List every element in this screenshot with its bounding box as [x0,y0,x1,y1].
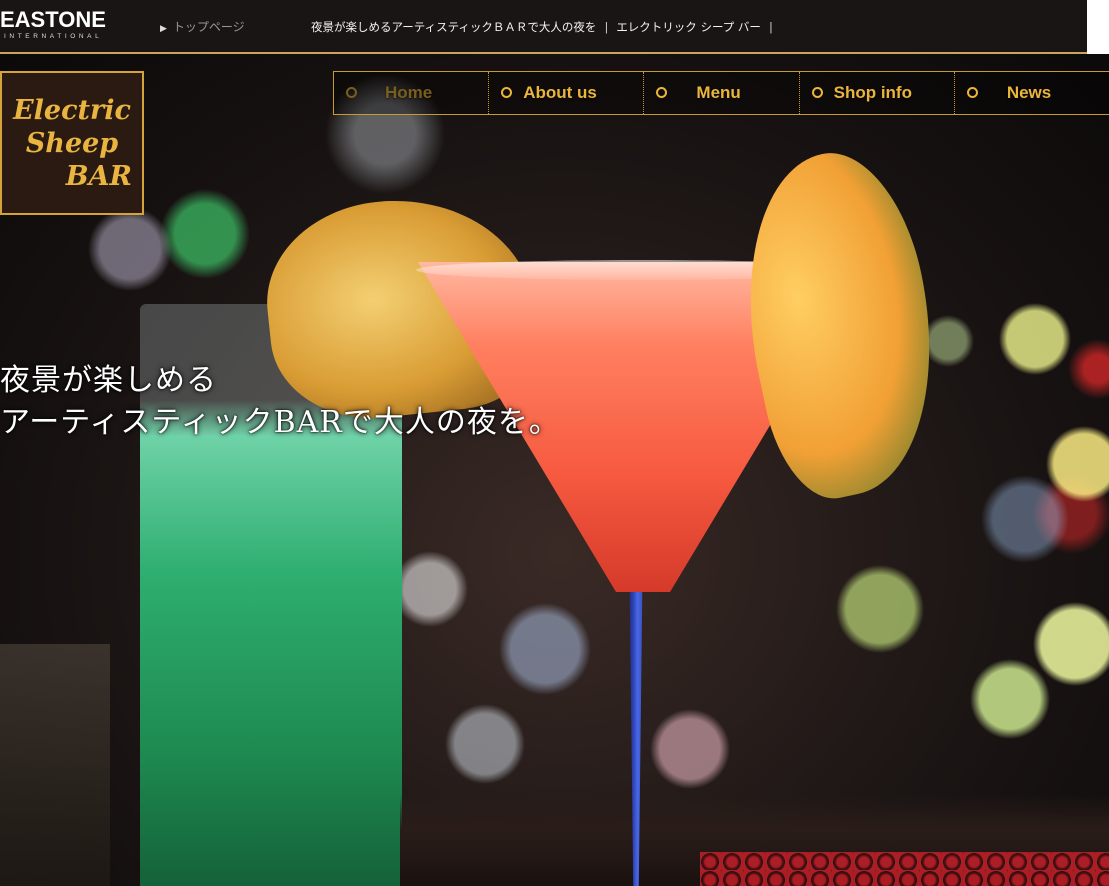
nav-item-about-us[interactable]: About us [489,72,645,114]
ring-bullet-icon [346,87,357,98]
logo-line-bar: BAR [65,160,132,192]
hero-line-1: 夜景が楽しめる [0,363,217,398]
nav-label: Shop info [833,83,912,102]
berries [700,852,1109,886]
nav-item-home[interactable]: Home [334,72,490,114]
site-name: エレクトリック シープ バー [616,20,761,34]
background-bottles [0,644,110,886]
nav-item-news[interactable]: News [955,72,1109,114]
lime-garnish [716,139,964,509]
separator: | [604,20,609,34]
company-logo[interactable]: EASTONE INTERNATIONAL [0,8,140,41]
breadcrumb: ▶ トップページ [160,18,245,35]
nav-label: News [1006,83,1052,102]
nav-item-shop-info[interactable]: Shop info [800,72,955,114]
bar-logo[interactable]: Electric Sheep BAR [0,71,144,215]
top-bar: EASTONE INTERNATIONAL ▶ トップページ 夜景が楽しめるアーテ… [0,0,1087,54]
hero-headline: 夜景が楽しめる アーティスティックBARで大人の夜を。 [0,360,560,444]
hero-photo: Electric Sheep BAR Home About us Menu Sh… [0,54,1109,886]
ring-bullet-icon [656,87,668,98]
ring-bullet-icon [966,87,978,98]
nav-item-menu[interactable]: Menu [644,72,800,114]
ring-bullet-icon [811,87,823,98]
header-tagline: 夜景が楽しめるアーティスティックＢＡＲで大人の夜を | エレクトリック シープ バー… [311,19,781,35]
nav-label: Home [385,83,433,102]
separator: | [768,20,773,34]
nav-label: Menu [696,83,741,102]
company-subtitle: INTERNATIONAL [4,33,103,40]
hero-line-2: アーティスティックBARで大人の夜を。 [0,405,560,440]
nav-label: About us [523,83,597,102]
ring-bullet-icon [501,87,513,98]
triangle-right-icon: ▶ [160,24,167,34]
tagline-text: 夜景が楽しめるアーティスティックＢＡＲで大人の夜を [311,20,597,34]
topbar-edge [1087,0,1109,54]
logo-line-electric: Electric [13,94,131,126]
breadcrumb-top-page[interactable]: トップページ [173,20,245,34]
company-name: EASTONE [0,7,106,32]
logo-line-sheep: Sheep [25,127,119,159]
main-nav: Home About us Menu Shop info News [333,71,1109,115]
